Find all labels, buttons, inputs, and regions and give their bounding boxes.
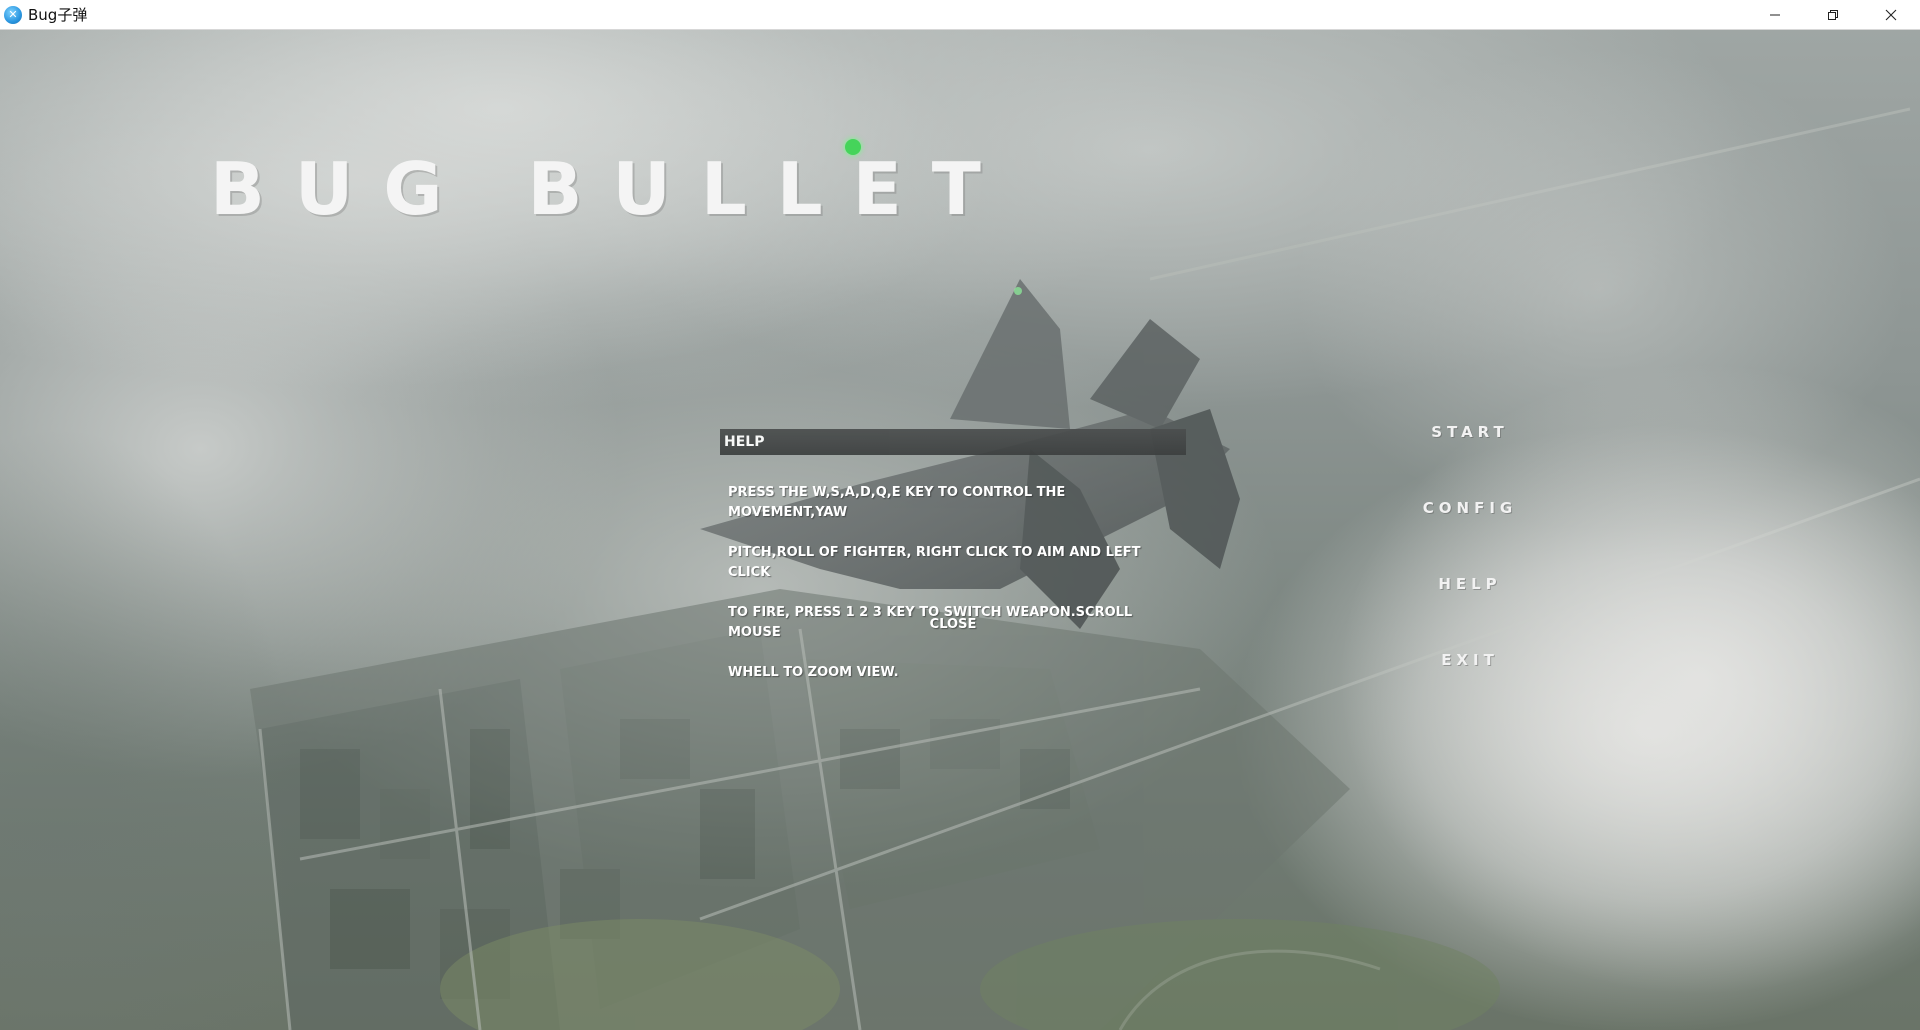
help-dialog-body: PRESS THE W,S,A,D,Q,E KEY TO CONTROL THE… [720, 455, 1186, 703]
status-dot-icon [845, 139, 861, 155]
window-title: Bug子弹 [28, 6, 88, 24]
help-line: PITCH,ROLL OF FIGHTER, RIGHT CLICK TO AI… [728, 545, 1141, 580]
close-button[interactable] [1862, 0, 1920, 29]
window-controls [1746, 0, 1920, 29]
help-line: WHELL TO ZOOM VIEW. [728, 665, 899, 680]
restore-button[interactable] [1804, 0, 1862, 29]
close-icon [1885, 9, 1897, 20]
help-line: PRESS THE W,S,A,D,Q,E KEY TO CONTROL THE… [728, 485, 1066, 520]
minimize-icon [1770, 14, 1780, 15]
game-scene: BUG BULLET START CONFIG HELP EXIT HELP P… [0, 29, 1920, 1030]
menu-help-button[interactable]: HELP [1380, 575, 1560, 593]
minimize-button[interactable] [1746, 0, 1804, 29]
app-icon: ✕ [4, 5, 22, 24]
menu-exit-button[interactable]: EXIT [1380, 651, 1560, 669]
game-logo: BUG BULLET [210, 147, 1011, 231]
help-dialog: HELP PRESS THE W,S,A,D,Q,E KEY TO CONTRO… [720, 429, 1186, 703]
help-dialog-title: HELP [720, 429, 1186, 455]
menu-start-button[interactable]: START [1380, 423, 1560, 441]
menu-config-button[interactable]: CONFIG [1380, 499, 1560, 517]
help-close-button[interactable]: CLOSE [720, 617, 1186, 632]
game-window: ✕ Bug子弹 BUG BULLET START CONFIG HELP EXI… [0, 0, 1920, 1030]
title-bar: ✕ Bug子弹 [0, 0, 1920, 30]
restore-icon [1828, 9, 1838, 20]
